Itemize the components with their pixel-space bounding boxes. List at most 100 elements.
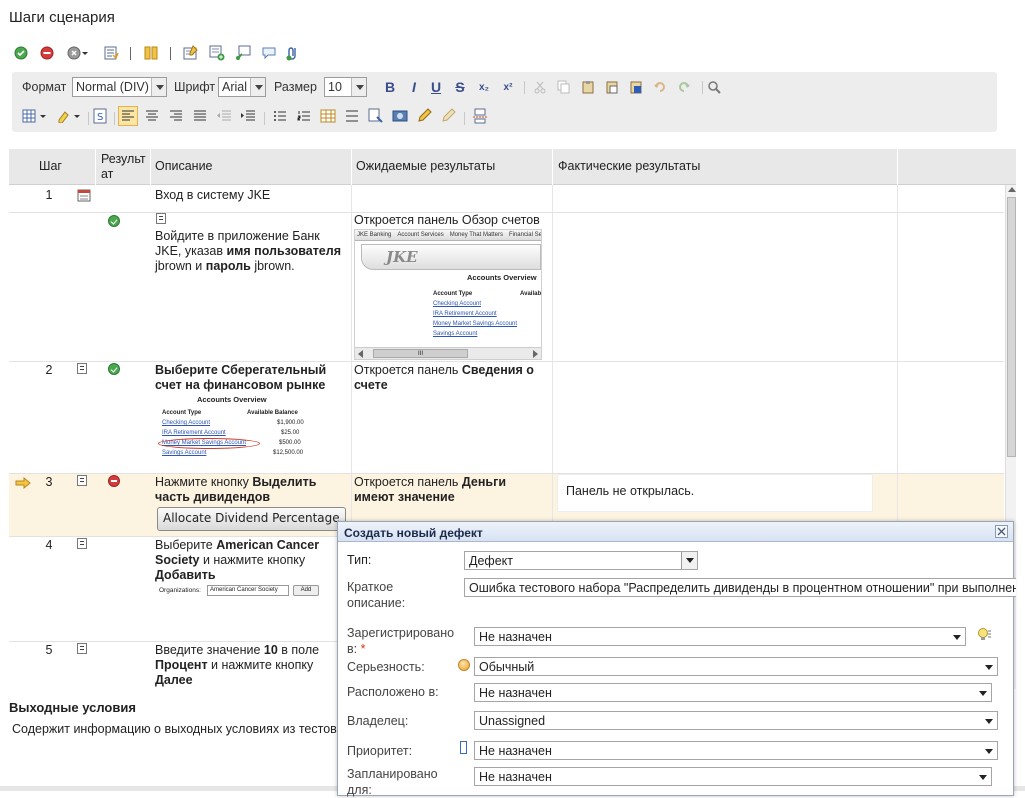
bold-button[interactable]: B <box>380 78 400 96</box>
indent-icon[interactable] <box>238 106 258 126</box>
highlight-ellipse <box>158 438 260 449</box>
column-header-description: Описание <box>155 159 213 173</box>
summary-input[interactable]: Ошибка тестового набора "Распределить ди… <box>464 578 1016 597</box>
dialog-titlebar[interactable]: Создать новый дефект <box>338 522 1013 542</box>
status-menu-icon[interactable] <box>66 44 92 62</box>
mini-account-link: Money Market Savings Account <box>433 321 518 327</box>
mini-tab: Account Services <box>397 232 444 238</box>
mini-column: Availab <box>520 291 542 297</box>
insert-table-icon[interactable] <box>20 106 52 126</box>
undo-icon[interactable] <box>650 78 670 96</box>
description-bold: имя пользователя <box>226 244 341 258</box>
step-number: 5 <box>45 643 53 657</box>
status-fail-icon <box>108 475 120 487</box>
mini-column: Account Type <box>433 291 473 297</box>
scroll-up-icon[interactable] <box>1008 187 1016 192</box>
mini-balance: $1,900.00 <box>277 420 304 426</box>
jke-banner: JKE <box>361 244 541 270</box>
subscript-button[interactable]: x₂ <box>474 78 494 96</box>
paste-icon[interactable] <box>578 78 598 96</box>
chevron-down-icon <box>681 552 697 569</box>
editor-toolbar: Формат Normal (DIV) Шрифт Arial Размер 1… <box>12 72 997 132</box>
align-left-button[interactable] <box>118 106 138 126</box>
image-icon[interactable] <box>390 106 410 126</box>
step-icon <box>77 363 87 374</box>
allocate-dividend-button[interactable]: Allocate Dividend Percentage <box>157 507 346 531</box>
horizontal-rule-icon[interactable] <box>342 106 362 126</box>
add-step-icon[interactable] <box>208 44 226 62</box>
link-icon[interactable] <box>366 106 386 126</box>
redo-icon[interactable] <box>674 78 694 96</box>
align-right-button[interactable] <box>166 106 186 126</box>
found-in-select[interactable]: Не назначен <box>474 683 992 702</box>
format-select[interactable]: Normal (DIV) <box>72 77 167 97</box>
status-pass-icon <box>108 363 120 375</box>
page-title: Шаги сценария <box>9 9 115 26</box>
grid-line <box>9 361 1004 362</box>
close-icon[interactable] <box>995 525 1008 538</box>
attachment-icon[interactable] <box>284 44 302 62</box>
strikethrough-button[interactable]: S <box>450 78 470 96</box>
mini-balance: $500.00 <box>279 440 301 446</box>
outdent-icon[interactable] <box>214 106 234 126</box>
find-icon[interactable] <box>704 78 724 96</box>
lightbulb-icon[interactable] <box>976 627 992 646</box>
step-number: 2 <box>45 363 53 377</box>
pencil-icon[interactable] <box>414 106 434 126</box>
link-icon[interactable] <box>234 44 252 62</box>
page-break-icon[interactable] <box>470 106 490 126</box>
owner-select[interactable]: Unassigned <box>474 711 998 730</box>
type-select[interactable]: Дефект <box>464 551 698 570</box>
exit-conditions-text[interactable]: Содержит информацию о выходных условиях … <box>12 722 355 736</box>
pass-icon[interactable] <box>12 44 30 62</box>
bullet-list-icon[interactable] <box>270 106 290 126</box>
underline-button[interactable]: U <box>426 78 446 96</box>
toolbar-separator <box>114 112 115 125</box>
font-select[interactable]: Arial <box>218 77 266 97</box>
priority-value: Не назначен <box>479 744 552 758</box>
mini-balance: $25.00 <box>281 430 300 436</box>
mini-account-link: IRA Retirement Account <box>433 311 497 317</box>
actual-result-field[interactable]: Панель не открылась. <box>557 474 873 512</box>
split-columns-icon[interactable] <box>142 44 160 62</box>
toolbar-separator <box>702 81 703 94</box>
numbered-list-icon[interactable] <box>294 106 314 126</box>
import-steps-icon[interactable] <box>102 44 120 62</box>
size-select[interactable]: 10 <box>324 77 367 97</box>
filed-against-select[interactable]: Не назначен <box>474 627 966 646</box>
fail-icon[interactable] <box>38 44 56 62</box>
remove-format-icon[interactable] <box>438 106 458 126</box>
severity-label: Серьезность: <box>347 660 425 674</box>
chevron-down-icon <box>151 78 166 96</box>
found-in-value: Не назначен <box>479 686 552 700</box>
align-center-button[interactable] <box>142 106 162 126</box>
summary-value: Ошибка тестового набора "Распределить ди… <box>469 581 1016 595</box>
table-icon[interactable] <box>318 106 338 126</box>
align-justify-button[interactable] <box>190 106 210 126</box>
scroll-left-icon <box>358 350 363 358</box>
edit-step-icon[interactable] <box>182 44 200 62</box>
italic-button[interactable]: I <box>404 78 424 96</box>
scroll-thumb[interactable] <box>1007 197 1016 457</box>
comment-icon[interactable] <box>260 44 278 62</box>
severity-select[interactable]: Обычный <box>474 657 998 676</box>
spell-check-icon[interactable]: S <box>90 106 110 126</box>
paste-text-icon[interactable] <box>602 78 622 96</box>
step-icon <box>156 213 166 224</box>
copy-icon[interactable] <box>554 78 574 96</box>
superscript-button[interactable]: x² <box>498 78 518 96</box>
mini-heading: Accounts Overview <box>197 395 267 404</box>
mini-select: American Cancer Society <box>207 585 289 596</box>
description-bold: Процент <box>155 658 208 672</box>
mini-add-button: Add <box>293 585 319 596</box>
planned-for-label: Запланировано для: <box>347 767 438 797</box>
paste-word-icon[interactable] <box>626 78 646 96</box>
priority-select[interactable]: Не назначен <box>474 741 998 760</box>
planned-for-select[interactable]: Не назначен <box>474 767 992 786</box>
mini-column: Account Type <box>162 410 202 416</box>
cut-icon[interactable] <box>530 78 550 96</box>
highlight-color-icon[interactable] <box>54 106 86 126</box>
size-label: Размер <box>274 80 317 94</box>
description-text: Введите значение <box>155 643 264 657</box>
step-description: Выберите American Cancer Society и нажми… <box>155 538 347 583</box>
